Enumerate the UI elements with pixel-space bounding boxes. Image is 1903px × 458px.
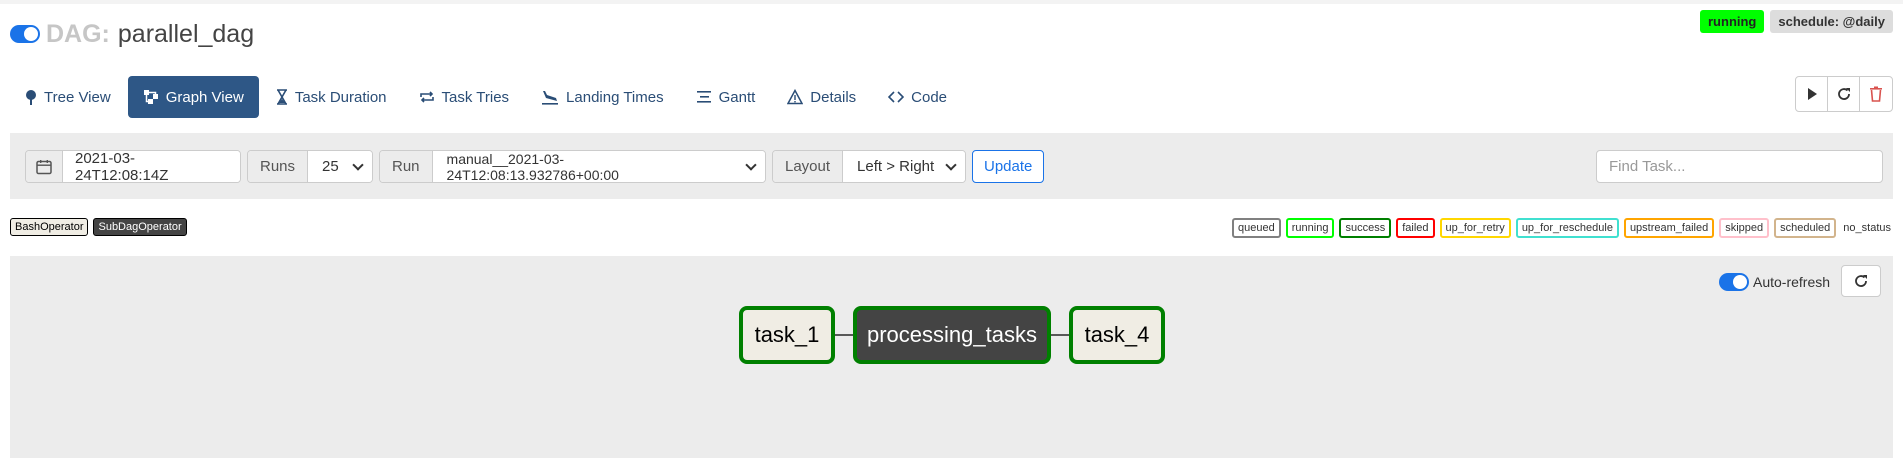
- legend-state-scheduled[interactable]: scheduled: [1774, 218, 1837, 238]
- tree-icon: [26, 90, 36, 105]
- graph-canvas: Auto-refresh task_1 processing_tasks tas…: [10, 256, 1893, 458]
- legend-subdag-operator: SubDagOperator: [93, 218, 187, 236]
- dag-pause-toggle[interactable]: [10, 25, 40, 43]
- tab-label: Details: [810, 88, 857, 106]
- refresh-icon: [1837, 88, 1850, 100]
- find-task-input[interactable]: Find Task...: [1596, 150, 1883, 183]
- calendar-icon: [36, 159, 52, 174]
- task-node-task-1[interactable]: task_1: [739, 306, 835, 364]
- legend-state-no-status[interactable]: no_status: [1841, 220, 1893, 236]
- task-node-processing-tasks[interactable]: processing_tasks: [853, 306, 1051, 364]
- run-select[interactable]: manual__2021-03-24T12:08:13.932786+00:00: [432, 150, 765, 183]
- legend-state-failed[interactable]: failed: [1396, 218, 1435, 238]
- operator-legend: BashOperator SubDagOperator: [10, 218, 187, 236]
- layout-label: Layout: [773, 151, 844, 182]
- run-value: manual__2021-03-24T12:08:13.932786+00:00: [446, 150, 619, 183]
- layout-select[interactable]: Left > Right: [843, 151, 965, 182]
- task-node-task-4[interactable]: task_4: [1069, 306, 1165, 364]
- runs-group: Runs 25: [247, 150, 373, 183]
- trigger-dag-button[interactable]: [1796, 77, 1828, 111]
- legend-state-running[interactable]: running: [1285, 218, 1335, 238]
- base-date-group: 2021-03-24T12:08:14Z: [25, 150, 241, 183]
- legend-state-up-for-retry[interactable]: up_for_retry: [1439, 218, 1511, 238]
- runs-label: Runs: [248, 151, 309, 182]
- dag-title: parallel_dag: [117, 19, 255, 48]
- base-date-input[interactable]: 2021-03-24T12:08:14Z: [63, 151, 240, 182]
- tab-code[interactable]: Code: [873, 76, 962, 118]
- dag-prefix: DAG:: [46, 19, 110, 48]
- chevron-down-icon: [945, 158, 957, 171]
- tab-label: Task Duration: [294, 88, 387, 106]
- runs-select[interactable]: 25: [308, 151, 372, 182]
- top-border: [0, 0, 1903, 4]
- tab-task-tries[interactable]: Task Tries: [404, 76, 525, 118]
- refresh-dag-button[interactable]: [1828, 77, 1860, 111]
- graph-icon: [143, 90, 158, 104]
- header-badges: running schedule: @daily: [1700, 10, 1893, 33]
- legend-bash-operator: BashOperator: [10, 218, 89, 236]
- tab-details[interactable]: Details: [772, 76, 871, 118]
- code-icon: [888, 91, 905, 103]
- dag-nav-tabs: Tree View Graph View Task Duration Task …: [10, 76, 964, 118]
- tab-label: Graph View: [165, 88, 244, 106]
- tab-gantt[interactable]: Gantt: [681, 76, 771, 118]
- legend-state-queued[interactable]: queued: [1232, 218, 1281, 238]
- warning-triangle-icon: [787, 89, 804, 105]
- gantt-icon: [696, 91, 711, 103]
- run-group: Run manual__2021-03-24T12:08:13.932786+0…: [379, 150, 766, 183]
- legend-state-skipped[interactable]: skipped: [1719, 218, 1770, 238]
- tab-graph-view[interactable]: Graph View: [127, 76, 259, 118]
- chevron-down-icon: [352, 158, 364, 171]
- delete-dag-button[interactable]: [1860, 77, 1892, 111]
- plane-landing-icon: [542, 91, 559, 105]
- dag-actions: [1795, 76, 1893, 112]
- tab-task-duration[interactable]: Task Duration: [261, 76, 402, 118]
- state-legend: queued running success failed up_for_ret…: [1232, 218, 1893, 238]
- calendar-button[interactable]: [26, 151, 63, 182]
- tab-label: Code: [911, 88, 948, 106]
- tab-landing-times[interactable]: Landing Times: [526, 76, 679, 118]
- tab-label: Tree View: [44, 88, 111, 106]
- play-icon: [1807, 88, 1817, 100]
- legend-state-up-for-reschedule[interactable]: up_for_reschedule: [1515, 218, 1619, 238]
- graph-filter-bar: 2021-03-24T12:08:14Z Runs 25 Run manual_…: [10, 133, 1893, 199]
- trash-icon: [1870, 86, 1882, 102]
- repeat-icon: [419, 91, 434, 103]
- layout-value: Left > Right: [857, 158, 935, 175]
- hourglass-icon: [276, 89, 287, 105]
- layout-group: Layout Left > Right: [772, 150, 966, 183]
- legend-state-upstream-failed[interactable]: upstream_failed: [1623, 218, 1715, 238]
- chevron-down-icon: [745, 158, 757, 171]
- legend-state-success[interactable]: success: [1339, 218, 1392, 238]
- tab-label: Gantt: [718, 88, 756, 106]
- tab-label: Task Tries: [441, 88, 510, 106]
- schedule-badge: schedule: @daily: [1770, 10, 1893, 33]
- tab-label: Landing Times: [566, 88, 664, 106]
- tab-tree-view[interactable]: Tree View: [10, 76, 126, 118]
- dag-header: DAG: parallel_dag: [10, 18, 254, 50]
- runs-value: 25: [322, 158, 339, 175]
- dag-state-badge: running: [1700, 10, 1765, 33]
- run-label: Run: [380, 151, 433, 182]
- update-button[interactable]: Update: [972, 150, 1045, 183]
